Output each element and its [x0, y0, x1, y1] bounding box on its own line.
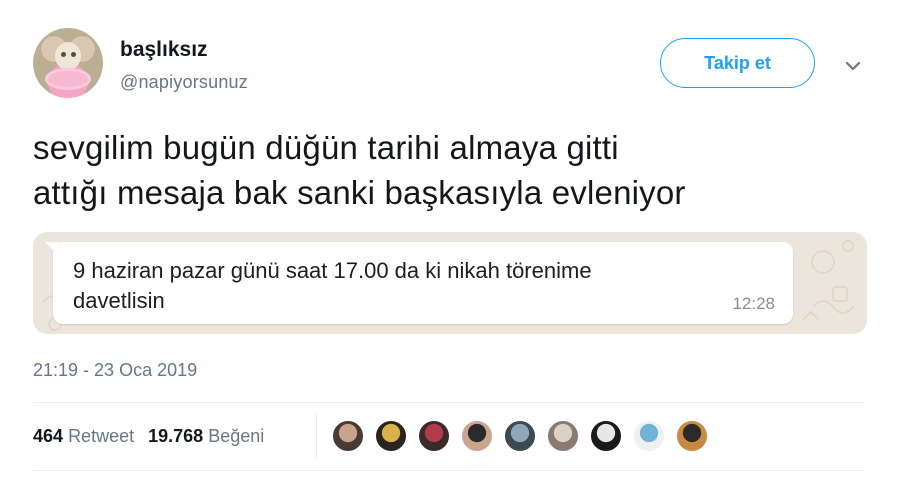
tweet-card: başlıksız @napiyorsunuz Takip et sevgili… [0, 0, 900, 489]
tweet-media-image[interactable]: 9 haziran pazar günü saat 17.00 da ki ni… [33, 232, 867, 334]
tweet-text-line: sevgilim bugün düğün tarihi almaya gitti [33, 129, 619, 166]
liker-avatar-7[interactable] [590, 420, 622, 452]
follow-button[interactable]: Takip et [660, 38, 815, 88]
like-stat[interactable]: 19.768 Beğeni [148, 426, 264, 446]
tweet-timestamp[interactable]: 21:19 - 23 Oca 2019 [33, 360, 197, 381]
liker-avatar-4[interactable] [461, 420, 493, 452]
user-handle[interactable]: @napiyorsunuz [120, 72, 248, 93]
chat-message-line: davetlisin [73, 288, 165, 313]
like-count: 19.768 [148, 426, 204, 446]
retweet-count: 464 [33, 426, 64, 446]
retweet-label: Retweet [68, 426, 135, 446]
like-label: Beğeni [208, 426, 265, 446]
avatar-pink-ruff [45, 68, 91, 90]
tweet-stats: 464 Retweet 19.768 Beğeni [33, 426, 264, 447]
tweet-text-line: attığı mesaja bak sanki başkasıyla evlen… [33, 174, 686, 211]
divider [33, 470, 865, 471]
chat-message-bubble: 9 haziran pazar günü saat 17.00 da ki ni… [53, 242, 793, 324]
chat-message-line: 9 haziran pazar günü saat 17.00 da ki ni… [73, 258, 592, 283]
chat-message-text: 9 haziran pazar günü saat 17.00 da ki ni… [73, 256, 592, 316]
avatar-eye-left [61, 52, 66, 57]
avatar-eye-right [71, 52, 76, 57]
divider [33, 402, 865, 403]
tweet-text: sevgilim bugün düğün tarihi almaya gitti… [33, 125, 863, 215]
chevron-down-icon[interactable] [843, 58, 863, 74]
user-avatar[interactable] [33, 28, 103, 98]
liker-avatar-5[interactable] [504, 420, 536, 452]
liker-avatar-8[interactable] [633, 420, 665, 452]
stats-separator [316, 414, 317, 458]
liker-avatar-1[interactable] [332, 420, 364, 452]
liker-avatar-6[interactable] [547, 420, 579, 452]
avatar-cat-face [55, 42, 81, 70]
display-name[interactable]: başlıksız [120, 38, 208, 62]
liker-avatar-9[interactable] [676, 420, 708, 452]
liker-avatar-2[interactable] [375, 420, 407, 452]
chat-message-time: 12:28 [732, 294, 775, 313]
retweet-stat[interactable]: 464 Retweet [33, 426, 134, 446]
liker-avatar-3[interactable] [418, 420, 450, 452]
